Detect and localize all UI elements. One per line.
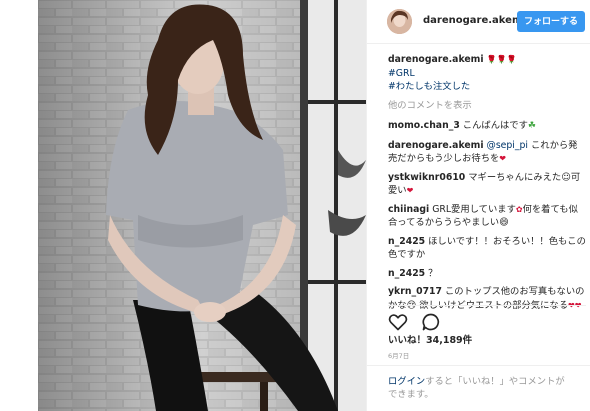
comment-item: n_2425 ？: [388, 267, 586, 281]
comment-username[interactable]: momo.chan_3: [388, 120, 460, 131]
avatar[interactable]: [387, 9, 412, 34]
comment-username[interactable]: ystkwiknr0610: [388, 172, 465, 183]
heart-outline-icon[interactable]: [388, 312, 408, 332]
speech-bubble-icon[interactable]: [421, 312, 441, 332]
comment-item: momo.chan_3 こんばんはです☘: [388, 119, 586, 134]
flower-emoji: ✿: [515, 204, 523, 214]
comment-mention[interactable]: @sepi_pi: [487, 140, 528, 151]
avatar-image: [387, 9, 412, 34]
comment-item: n_2425 ほしいです！！おそろい！！色もこの色ですか: [388, 235, 586, 262]
like-count[interactable]: いいね！34,189件: [388, 332, 472, 346]
comment-username[interactable]: n_2425: [388, 236, 425, 247]
comment-text: ？: [428, 267, 438, 279]
comment-list: darenogare.akemi 🌹🌹🌹 #GRL #わたしも注文した 他のコメ…: [388, 53, 586, 317]
clover-emoji: ☘: [527, 121, 536, 131]
login-prompt: ログインすると「いいね！」やコメントができます。: [367, 365, 590, 401]
comment-username[interactable]: chiinagi: [388, 204, 429, 215]
follow-button[interactable]: フォローする: [517, 11, 585, 32]
comment-username[interactable]: darenogare.akemi: [388, 140, 484, 151]
header-username[interactable]: darenogare.akemi: [423, 15, 526, 26]
caption: darenogare.akemi 🌹🌹🌹 #GRL #わたしも注文した: [388, 53, 586, 94]
hashtag-grl[interactable]: #GRL: [388, 68, 415, 79]
load-more-comments-link[interactable]: 他のコメントを表示: [388, 99, 586, 113]
comment-item: darenogare.akemi @sepi_pi これから発売だからもう少しお…: [388, 139, 586, 166]
caption-username[interactable]: darenogare.akemi: [388, 54, 484, 65]
login-link[interactable]: ログイン: [388, 376, 425, 387]
post-photo[interactable]: [38, 0, 366, 411]
comment-text: こんばんはです: [462, 120, 528, 131]
comment-text: GRL愛用しています: [432, 203, 516, 215]
comment-username[interactable]: n_2425: [388, 268, 425, 279]
comment-item: ystkwiknr0610 マギーちゃんにみえた☺可愛い❤: [388, 171, 586, 198]
photo-illustration: [38, 0, 366, 411]
post-date[interactable]: 6月7日: [388, 350, 409, 360]
comment-item: chiinagi GRL愛用しています✿何を着ても似合ってるからうらやましい😄: [388, 203, 586, 230]
hashtag-watashimo[interactable]: #わたしも注文した: [388, 81, 470, 92]
post-details-panel: darenogare.akemi フォローする darenogare.akemi…: [366, 0, 590, 411]
heart-emoji: ❤: [499, 154, 506, 163]
action-bar: [388, 305, 586, 332]
post-header: darenogare.akemi フォローする: [367, 0, 590, 44]
heart-emoji: ❤: [406, 186, 414, 195]
comment-username[interactable]: ykrn_0717: [388, 286, 442, 297]
rose-emoji: 🌹🌹🌹: [486, 55, 517, 64]
grin-emoji: 😄: [499, 217, 509, 228]
